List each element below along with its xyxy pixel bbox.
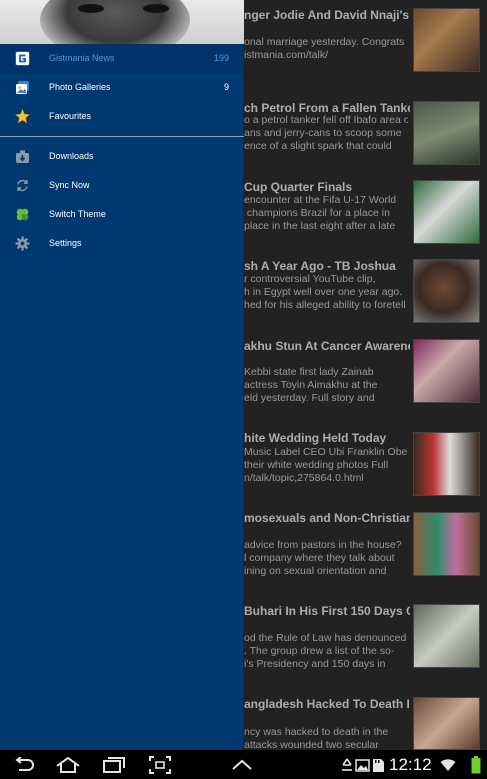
article-summary: encounter at the Fifa U-17 World champio…: [244, 194, 397, 232]
gallery-icon: [355, 755, 370, 775]
drawer-item-favourites[interactable]: Favourites: [0, 102, 244, 131]
article-summary: od the Rule of Law has denounced . The g…: [244, 632, 407, 670]
drawer-item-label: Favourites: [49, 111, 92, 121]
downloads-icon: [15, 149, 30, 164]
drawer-item-gistmania-news[interactable]: Gistmania News 199: [0, 44, 244, 73]
article-thumbnail: [413, 101, 480, 165]
drawer-item-count: 9: [223, 82, 229, 92]
drawer-item-label: Settings: [49, 238, 82, 248]
star-icon: [15, 109, 30, 124]
article-thumbnail: [413, 8, 480, 72]
drawer-item-label: Downloads: [49, 151, 94, 161]
article-summary: onal marriage yesterday. Congrats istman…: [244, 36, 405, 61]
article-summary: advice from pastors in the house? l comp…: [244, 539, 402, 577]
wifi-icon: [440, 755, 456, 775]
battery-icon: [470, 755, 482, 775]
article-summary: Music Label CEO Ubi Franklin Obem their …: [244, 446, 408, 484]
article-title: angladesh Hacked To Death In: [244, 697, 410, 711]
article-thumbnail: [413, 604, 480, 668]
article-thumbnail: [413, 512, 480, 576]
clock: 12:12: [389, 755, 432, 774]
article-thumbnail: [413, 432, 480, 496]
home-icon[interactable]: [54, 755, 82, 775]
recent-apps-icon[interactable]: [101, 755, 127, 775]
drawer-item-label: Gistmania News: [49, 53, 115, 63]
article-summary: o a petrol tanker fell off Ibafo area of…: [244, 114, 408, 152]
gistmania-logo-icon: [15, 51, 30, 66]
article-title: ch Petrol From a Fallen Tanker: [244, 101, 410, 115]
drawer-item-label: Switch Theme: [49, 209, 106, 219]
article-summary: Kebbi state first lady Zainab actress To…: [244, 366, 378, 404]
drawer-item-photo-galleries[interactable]: Photo Galleries 9: [0, 73, 244, 102]
article-thumbnail: [413, 259, 480, 323]
system-navigation-bar: 12:12: [0, 750, 487, 779]
article-title: hite Wedding Held Today: [244, 431, 387, 445]
article-title: Cup Quarter Finals: [244, 180, 353, 194]
drawer-item-label: Photo Galleries: [49, 82, 111, 92]
back-icon[interactable]: [11, 755, 37, 775]
chevron-up-icon[interactable]: [229, 755, 255, 775]
sync-icon: [15, 178, 30, 193]
drawer-item-switch-theme[interactable]: Switch Theme: [0, 200, 244, 229]
article-title: mosexuals and Non-Christian: [244, 511, 410, 525]
article-summary: ncy was hacked to death in the attacks w…: [244, 726, 389, 750]
article-title: Buhari In His First 150 Days Of: [244, 604, 410, 618]
gear-icon: [15, 236, 30, 251]
photo-galleries-icon: [15, 80, 30, 95]
navigation-drawer: Gistmania News 199 Photo Galleries 9 Fav…: [0, 0, 244, 750]
sd-card-icon: [371, 755, 386, 775]
drawer-item-settings[interactable]: Settings: [0, 229, 244, 258]
recycle-icon: [340, 755, 354, 775]
article-title: nger Jodie And David Nnaji's: [244, 8, 410, 22]
article-title: sh A Year Ago - TB Joshua: [244, 259, 396, 273]
clover-icon: [15, 207, 30, 222]
drawer-item-label: Sync Now: [49, 180, 90, 190]
drawer-item-sync-now[interactable]: Sync Now: [0, 171, 244, 200]
article-thumbnail: [413, 339, 480, 403]
article-thumbnail: [413, 697, 480, 750]
drawer-item-count: 199: [213, 53, 229, 63]
header-photo-detail: [143, 4, 169, 13]
header-photo-detail: [78, 4, 104, 13]
drawer-item-downloads[interactable]: Downloads: [0, 142, 244, 171]
article-summary: r controversial YouTube clip, h in Egypt…: [244, 273, 406, 311]
drawer-header-image: [0, 0, 244, 45]
drawer-divider: [0, 136, 244, 137]
screenshot-icon[interactable]: [147, 755, 173, 775]
article-thumbnail: [413, 180, 480, 244]
article-title: akhu Stun At Cancer Awareness: [244, 339, 410, 353]
